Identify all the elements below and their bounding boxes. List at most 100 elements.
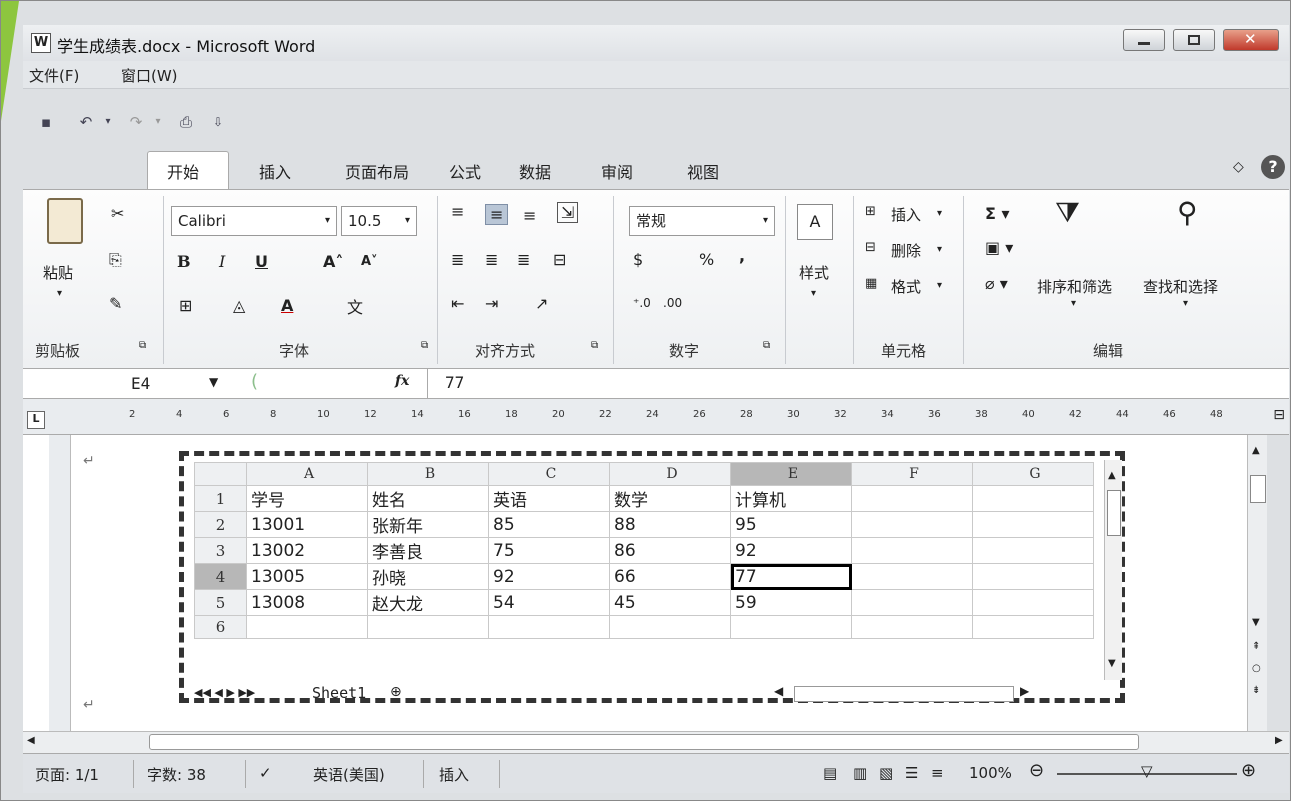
draft-icon[interactable]: ≡ [931, 764, 944, 782]
language-indicator[interactable]: 英语(美国) [313, 764, 385, 785]
row-header[interactable]: 1 [194, 485, 247, 512]
outline-icon[interactable]: ☰ [905, 764, 918, 782]
format-painter-icon[interactable]: ✎ [109, 294, 122, 313]
cell[interactable] [851, 589, 973, 616]
cell[interactable] [609, 615, 731, 639]
sort-filter-label[interactable]: 排序和筛选 [1037, 276, 1112, 297]
cell[interactable]: 赵大龙 [367, 589, 489, 616]
sheet-tab-sheet1[interactable]: Sheet1 [312, 684, 366, 702]
insert-function-icon[interactable]: fx [395, 373, 409, 389]
scroll-down-icon[interactable]: ▼ [1252, 617, 1260, 628]
currency-icon[interactable]: $ [633, 250, 643, 269]
font-color-icon[interactable]: A [281, 296, 293, 315]
cell[interactable] [972, 537, 1094, 564]
autosum-icon[interactable]: Σ ▾ [985, 204, 1010, 223]
cell[interactable] [851, 563, 973, 590]
redo-icon[interactable]: ↷ [125, 111, 147, 133]
cell[interactable] [972, 615, 1094, 639]
help-icon[interactable]: ? [1261, 155, 1285, 179]
chevron-down-icon[interactable]: ▾ [937, 208, 942, 219]
cell[interactable] [851, 615, 973, 639]
chevron-down-icon[interactable]: ▾ [937, 280, 942, 291]
sheet-horizontal-scrollbar[interactable] [794, 686, 1014, 702]
phonetic-icon[interactable]: 文 [347, 294, 363, 318]
customize-qat-icon[interactable]: ⇩ [207, 111, 229, 133]
percent-button[interactable]: % [699, 250, 714, 269]
cell[interactable]: 13005 [246, 563, 368, 590]
cell[interactable]: 59 [730, 589, 852, 616]
zoom-level[interactable]: 100% [969, 764, 1012, 782]
cell[interactable]: 李善良 [367, 537, 489, 564]
cell[interactable] [972, 563, 1094, 590]
web-layout-icon[interactable]: ▧ [879, 764, 893, 782]
maximize-button[interactable] [1173, 29, 1215, 51]
row-header[interactable]: 2 [194, 511, 247, 538]
next-page-icon[interactable]: ⇟ [1252, 685, 1260, 696]
name-box[interactable]: E4 [23, 369, 169, 399]
row-header[interactable]: 5 [194, 589, 247, 616]
insert-cells-icon[interactable]: ⊞ [865, 204, 876, 219]
tab-view[interactable]: 视图 [687, 159, 719, 183]
shrink-font-icon[interactable]: A˅ [361, 254, 378, 269]
view-ruler-icon[interactable]: ⊟ [1273, 407, 1285, 423]
styles-icon[interactable]: A [797, 204, 833, 240]
styles-dropdown-icon[interactable]: ▾ [811, 288, 816, 299]
cell[interactable] [367, 615, 489, 639]
sort-filter-icon[interactable]: ⧩ [1055, 196, 1080, 230]
font-name-select[interactable]: Calibri ▾ [171, 206, 337, 236]
save-icon[interactable]: ▪ [35, 111, 57, 133]
select-all-corner[interactable] [194, 462, 247, 486]
scroll-right-icon[interactable]: ▶ [1020, 684, 1029, 698]
cell[interactable]: 计算机 [730, 485, 852, 512]
cell[interactable]: 45 [609, 589, 731, 616]
increase-decimal-icon[interactable]: ⁺.0 [633, 296, 651, 310]
zoom-in-icon[interactable]: ⊕ [1241, 760, 1256, 781]
print-layout-icon[interactable]: ▤ [823, 764, 837, 782]
cell[interactable]: 数学 [609, 485, 731, 512]
scroll-left-icon[interactable]: ◀ [774, 684, 783, 698]
column-header-d[interactable]: D [609, 462, 731, 486]
cell[interactable]: 75 [488, 537, 610, 564]
align-bottom-icon[interactable]: ≡ [523, 206, 536, 225]
find-select-dropdown-icon[interactable]: ▾ [1183, 298, 1188, 309]
cell[interactable] [488, 615, 610, 639]
comma-button[interactable]: , [739, 246, 745, 265]
cell[interactable]: 88 [609, 511, 731, 538]
tab-data[interactable]: 数据 [519, 159, 551, 183]
column-header-e[interactable]: E [730, 462, 852, 486]
number-launcher-icon[interactable]: ⧉ [763, 340, 770, 351]
cell[interactable]: 张新年 [367, 511, 489, 538]
paste-icon[interactable] [47, 198, 83, 244]
align-center-icon[interactable]: ≣ [485, 250, 498, 269]
minimize-ribbon-icon[interactable]: ◇ [1233, 159, 1244, 175]
cell[interactable]: 85 [488, 511, 610, 538]
number-format-select[interactable]: 常规 ▾ [629, 206, 775, 236]
row-header[interactable]: 6 [194, 615, 247, 639]
formula-bar-toggle-icon[interactable]: ( [251, 371, 258, 392]
cell[interactable]: 54 [488, 589, 610, 616]
menu-window[interactable]: 窗口(W) [121, 65, 178, 86]
tab-page-layout[interactable]: 页面布局 [345, 159, 409, 183]
styles-label[interactable]: 样式 [799, 262, 829, 283]
insert-cells-label[interactable]: 插入 [891, 204, 921, 225]
scroll-right-icon[interactable]: ▶ [1275, 735, 1283, 746]
underline-button[interactable]: U [255, 252, 268, 271]
chevron-down-icon[interactable]: ▾ [937, 244, 942, 255]
vertical-scrollbar[interactable]: ▲ ▼ ⇞ ○ ⇟ [1247, 435, 1267, 731]
alignment-launcher-icon[interactable]: ⧉ [591, 340, 598, 351]
full-screen-reading-icon[interactable]: ▥ [853, 764, 867, 782]
align-middle-icon[interactable]: ≡ [485, 204, 509, 225]
fill-color-icon[interactable]: ◬ [233, 296, 245, 315]
column-header-c[interactable]: C [488, 462, 610, 486]
column-header-b[interactable]: B [367, 462, 489, 486]
column-header-g[interactable]: G [972, 462, 1094, 486]
cell[interactable]: 13002 [246, 537, 368, 564]
cell[interactable]: 86 [609, 537, 731, 564]
scroll-left-icon[interactable]: ◀ [27, 735, 35, 746]
formula-input[interactable]: 77 [445, 373, 464, 392]
wrap-text-icon[interactable]: ⇲ [557, 202, 579, 223]
sheet-vertical-scrollbar[interactable]: ▲ ▼ [1104, 460, 1122, 680]
clipboard-launcher-icon[interactable]: ⧉ [139, 340, 146, 351]
scroll-up-icon[interactable]: ▲ [1252, 445, 1260, 456]
decrease-decimal-icon[interactable]: .00 [663, 296, 682, 310]
